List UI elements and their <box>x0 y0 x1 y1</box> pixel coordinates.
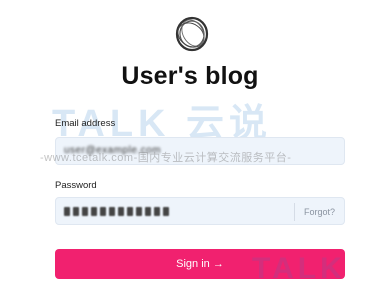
password-mask-char <box>118 206 124 216</box>
page-title: User's blog <box>121 62 259 90</box>
password-mask <box>64 205 169 217</box>
password-mask-char <box>163 206 169 216</box>
password-label: Password <box>55 180 97 191</box>
password-mask-char <box>91 206 97 216</box>
password-field[interactable]: Forgot? <box>55 197 345 225</box>
login-page: User's blog TALK 云说 Email address user@e… <box>0 0 380 282</box>
email-field[interactable]: user@example.com <box>55 137 345 165</box>
forgot-password-link[interactable]: Forgot? <box>293 203 344 221</box>
password-mask-char <box>145 206 151 216</box>
sign-in-button[interactable]: Sign in → <box>55 249 345 279</box>
ring-logo-icon <box>175 16 209 52</box>
email-label: Email address <box>55 118 116 129</box>
password-mask-char <box>64 206 70 216</box>
password-mask-char <box>127 206 133 216</box>
password-mask-char <box>73 206 79 216</box>
password-mask-char <box>154 206 160 216</box>
password-mask-char <box>109 206 115 216</box>
password-mask-char <box>100 206 106 216</box>
email-value: user@example.com <box>64 145 162 156</box>
password-mask-char <box>82 206 88 216</box>
password-mask-char <box>136 206 142 216</box>
